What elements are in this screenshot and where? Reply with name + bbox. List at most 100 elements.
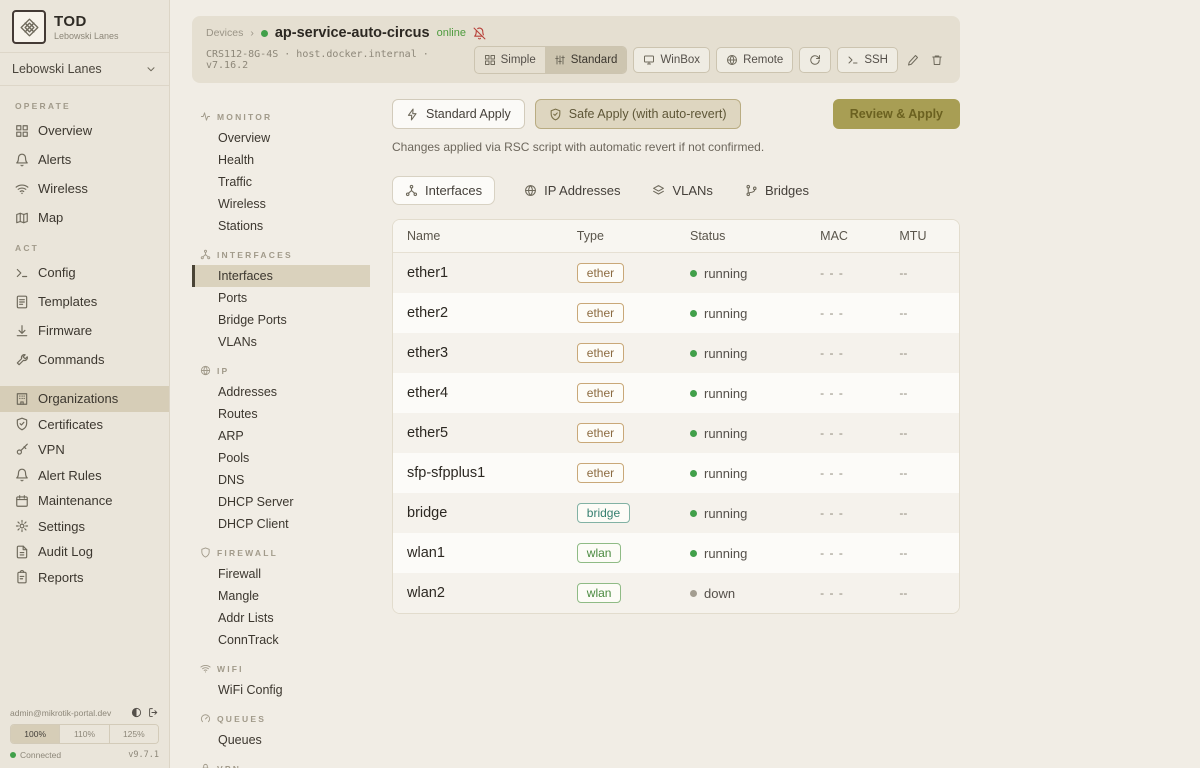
org-selector-label: Lebowski Lanes: [12, 62, 102, 76]
winbox-button[interactable]: WinBox: [633, 47, 710, 73]
subnav-item-ports[interactable]: Ports: [192, 287, 370, 309]
zoom-100[interactable]: 100%: [11, 725, 60, 743]
column-mtu: MTU: [885, 220, 959, 252]
sidebar-item-reports[interactable]: Reports: [0, 565, 169, 591]
contrast-icon[interactable]: [131, 707, 142, 718]
tab-interfaces[interactable]: Interfaces: [392, 176, 495, 205]
table-row[interactable]: ether1etherrunning- - ---: [393, 253, 959, 293]
subnav-item-pools[interactable]: Pools: [192, 447, 370, 469]
column-status: Status: [676, 220, 806, 252]
clipboard-icon: [15, 570, 29, 584]
subnav-item-dhcp-client[interactable]: DHCP Client: [192, 513, 370, 535]
sidebar-item-organizations[interactable]: Organizations: [0, 386, 169, 412]
app-version: v9.7.1: [128, 750, 159, 760]
map-icon: [15, 211, 29, 225]
gauge-icon: [200, 713, 211, 724]
breadcrumb[interactable]: Devices: [206, 27, 243, 39]
mtu-cell: --: [885, 576, 959, 610]
logo-diamond-icon: [19, 17, 40, 38]
sidebar-item-overview[interactable]: Overview: [0, 116, 169, 145]
type-badge: bridge: [577, 503, 630, 523]
tab-ip-addresses[interactable]: IP Addresses: [521, 176, 623, 205]
subnav-item-mangle[interactable]: Mangle: [192, 585, 370, 607]
type-cell: wlan: [563, 533, 676, 573]
tab-label: Bridges: [765, 183, 809, 198]
subnav-item-traffic[interactable]: Traffic: [192, 171, 370, 193]
table-row[interactable]: ether3etherrunning- - ---: [393, 333, 959, 373]
subnav-item-addresses[interactable]: Addresses: [192, 381, 370, 403]
status-cell: running: [676, 416, 806, 451]
sidebar-item-wireless[interactable]: Wireless: [0, 174, 169, 203]
interface-name: ether5: [393, 415, 563, 451]
online-badge: online: [437, 27, 466, 39]
table-row[interactable]: sfp-sfpplus1etherrunning- - ---: [393, 453, 959, 493]
ssh-button[interactable]: SSH: [837, 47, 898, 73]
sidebar-item-config[interactable]: Config: [0, 258, 169, 287]
subnav-item-addr-lists[interactable]: Addr Lists: [192, 607, 370, 629]
mtu-cell: --: [885, 536, 959, 570]
sidebar-item-alert-rules[interactable]: Alert Rules: [0, 463, 169, 489]
sidebar-item-label: Alert Rules: [38, 468, 102, 483]
delete-button[interactable]: [928, 47, 946, 73]
table-row[interactable]: ether2etherrunning- - ---: [393, 293, 959, 333]
refresh-icon: [809, 54, 821, 66]
subnav-item-conntrack[interactable]: ConnTrack: [192, 629, 370, 651]
subnav-item-arp[interactable]: ARP: [192, 425, 370, 447]
tab-bridges[interactable]: Bridges: [742, 176, 812, 205]
standard-apply-button[interactable]: Standard Apply: [392, 99, 525, 129]
subnav-item-dns[interactable]: DNS: [192, 469, 370, 491]
sidebar-item-vpn[interactable]: VPN: [0, 437, 169, 463]
table-body: ether1etherrunning- - ---ether2etherrunn…: [393, 253, 959, 613]
sidebar-item-certificates[interactable]: Certificates: [0, 412, 169, 438]
logout-icon[interactable]: [148, 707, 159, 718]
edit-button[interactable]: [904, 47, 922, 73]
table-row[interactable]: bridgebridgerunning- - ---: [393, 493, 959, 533]
sidebar-item-map[interactable]: Map: [0, 203, 169, 232]
subnav-item-overview[interactable]: Overview: [192, 127, 370, 149]
status-cell: running: [676, 496, 806, 531]
sidebar-item-settings[interactable]: Settings: [0, 514, 169, 540]
standard-button[interactable]: Standard: [545, 47, 627, 73]
wifi-icon: [200, 663, 211, 674]
subnav-item-health[interactable]: Health: [192, 149, 370, 171]
tab-vlans[interactable]: VLANs: [649, 176, 715, 205]
table-row[interactable]: ether4etherrunning- - ---: [393, 373, 959, 413]
sidebar-item-firmware[interactable]: Firmware: [0, 316, 169, 345]
table-row[interactable]: wlan2wlandown- - ---: [393, 573, 959, 613]
subnav-item-bridge-ports[interactable]: Bridge Ports: [192, 309, 370, 331]
subnav-item-wifi-config[interactable]: WiFi Config: [192, 679, 370, 701]
sidebar-item-commands[interactable]: Commands: [0, 345, 169, 374]
subnav-item-wireless[interactable]: Wireless: [192, 193, 370, 215]
subnav-item-routes[interactable]: Routes: [192, 403, 370, 425]
subnav-item-vlans[interactable]: VLANs: [192, 331, 370, 353]
table-row[interactable]: ether5etherrunning- - ---: [393, 413, 959, 453]
sidebar-item-audit-log[interactable]: Audit Log: [0, 539, 169, 565]
table-row[interactable]: wlan1wlanrunning- - ---: [393, 533, 959, 573]
subnav-item-label: ARP: [218, 429, 244, 443]
subnav-item-label: Stations: [218, 219, 263, 233]
remote-button[interactable]: Remote: [716, 47, 793, 73]
sidebar-item-label: Config: [38, 265, 76, 280]
status-dot: [690, 270, 697, 277]
safe-apply-button[interactable]: Safe Apply (with auto-revert): [535, 99, 741, 129]
subnav-item-dhcp-server[interactable]: DHCP Server: [192, 491, 370, 513]
sidebar-item-templates[interactable]: Templates: [0, 287, 169, 316]
zoom-110[interactable]: 110%: [60, 725, 109, 743]
interfaces-table: NameTypeStatusMACMTUether1etherrunning- …: [392, 219, 960, 614]
subnav-item-stations[interactable]: Stations: [192, 215, 370, 237]
bell-off-icon[interactable]: [473, 27, 486, 40]
review-apply-button[interactable]: Review & Apply: [833, 99, 960, 129]
mac-cell: - - -: [806, 256, 885, 290]
zoom-125[interactable]: 125%: [110, 725, 158, 743]
sidebar-section-act: ACT: [0, 232, 169, 258]
sidebar-item-maintenance[interactable]: Maintenance: [0, 488, 169, 514]
subnav-item-firewall[interactable]: Firewall: [192, 563, 370, 585]
status-label: running: [704, 506, 747, 521]
org-selector[interactable]: Lebowski Lanes: [0, 52, 169, 86]
status-cell: running: [676, 336, 806, 371]
sidebar-item-alerts[interactable]: Alerts: [0, 145, 169, 174]
refresh-button[interactable]: [799, 47, 831, 73]
subnav-item-queues[interactable]: Queues: [192, 729, 370, 751]
subnav-item-interfaces[interactable]: Interfaces: [192, 265, 370, 287]
simple-button[interactable]: Simple: [475, 47, 545, 73]
